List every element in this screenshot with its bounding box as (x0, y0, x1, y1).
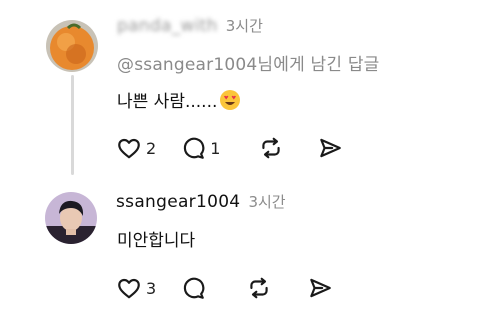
like-count: 3 (146, 278, 157, 298)
repost-button[interactable] (246, 275, 272, 301)
username[interactable]: panda_with (117, 16, 218, 36)
speech-bubble-icon (184, 137, 205, 159)
repost-icon (262, 137, 281, 159)
reply-count: 1 (210, 138, 221, 158)
comment-actions: 2 1 (116, 135, 343, 161)
person-avatar-image (45, 192, 97, 244)
reply-to-label[interactable]: @ssangear1004님에게 남긴 답글 (117, 50, 380, 75)
heart-icon (118, 138, 140, 159)
avatar[interactable] (46, 20, 98, 72)
comment-actions: 3 (116, 275, 333, 301)
comment-header: ssangear1004 3시간 (116, 191, 286, 212)
comment-text-content: 나쁜 사람...... (117, 92, 218, 112)
timestamp: 3시간 (248, 193, 286, 211)
repost-icon (250, 277, 268, 299)
send-icon (310, 278, 332, 298)
share-button[interactable] (307, 275, 333, 301)
like-button[interactable]: 3 (116, 275, 156, 301)
heart-eyes-emoji-icon (219, 89, 241, 116)
reply-button[interactable] (180, 275, 206, 301)
comment-text: 미안합니다 (117, 231, 196, 251)
username[interactable]: ssangear1004 (116, 192, 240, 212)
like-button[interactable]: 2 (116, 135, 156, 161)
comment-text: 나쁜 사람...... (117, 87, 241, 116)
heart-icon (118, 278, 140, 299)
reply-button[interactable]: 1 (180, 135, 220, 161)
timestamp: 3시간 (225, 17, 263, 35)
speech-bubble-icon (184, 277, 205, 299)
like-count: 2 (146, 138, 157, 158)
avatar[interactable] (45, 192, 97, 244)
repost-button[interactable] (258, 135, 284, 161)
send-icon (320, 138, 342, 158)
orange-avatar-image (46, 20, 98, 72)
comment-header: panda_with 3시간 (117, 15, 263, 36)
thread-line (71, 75, 74, 175)
share-button[interactable] (317, 135, 343, 161)
